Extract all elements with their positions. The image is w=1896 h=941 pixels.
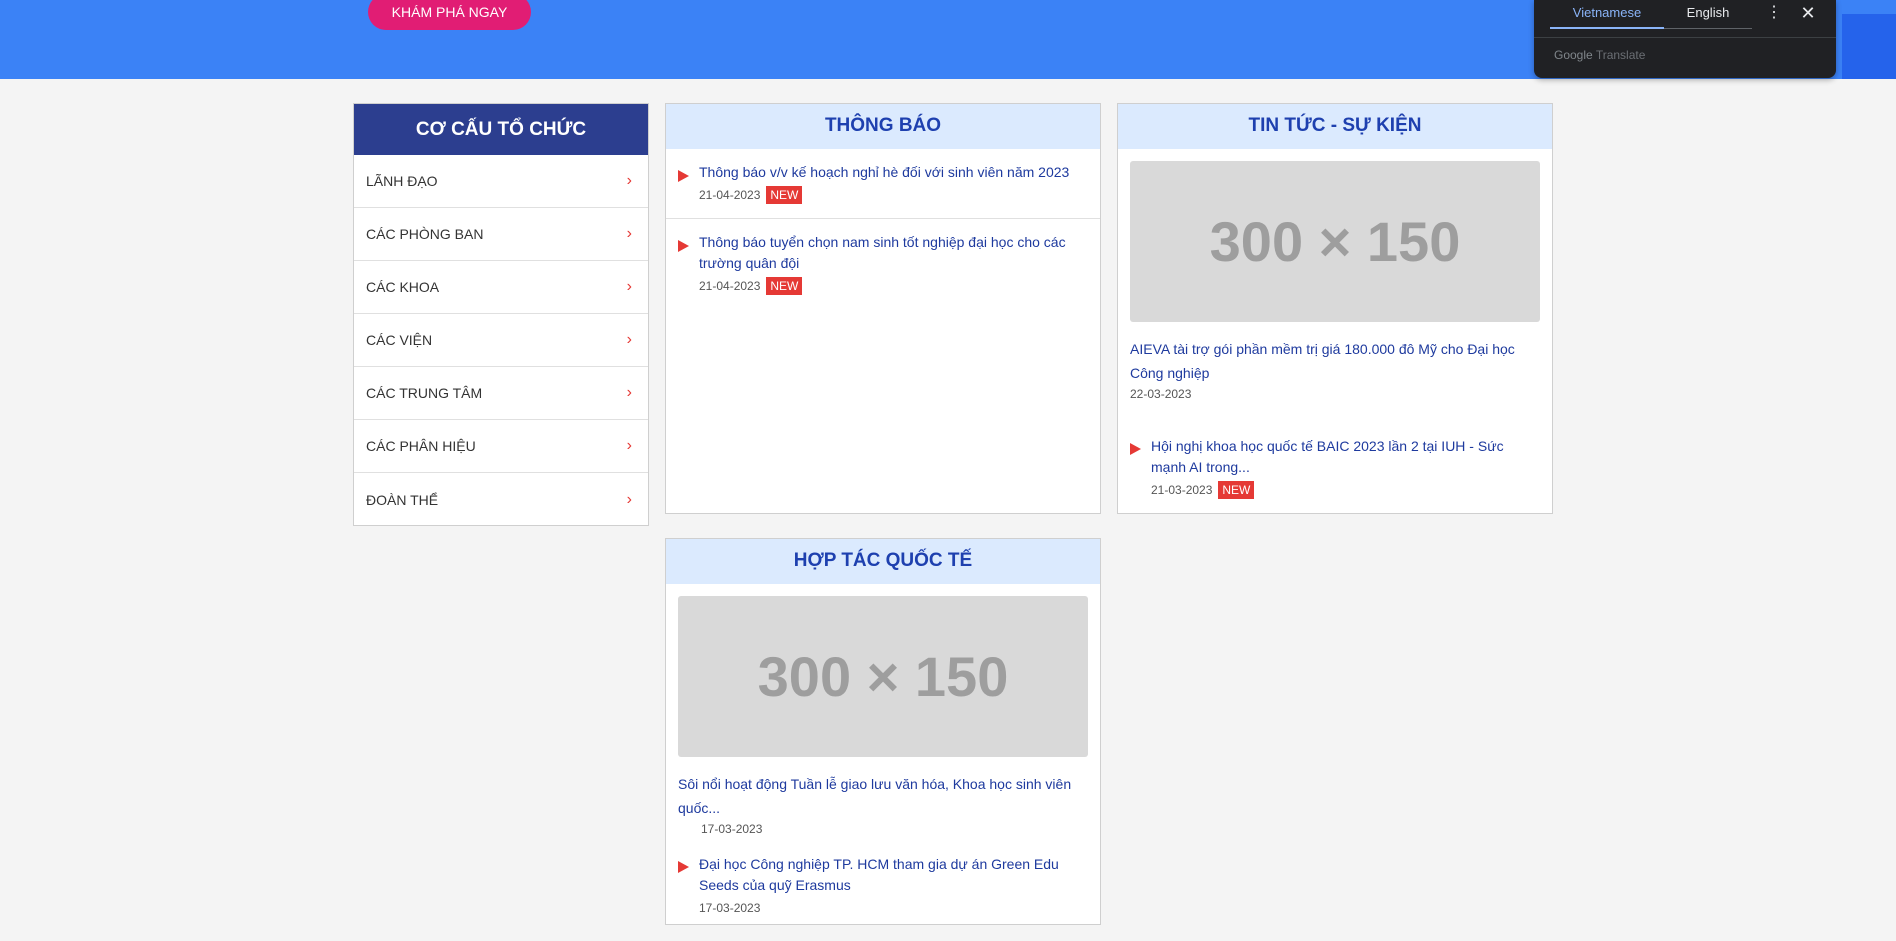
list-item: Thông báo tuyển chọn nam sinh tốt nghiệp… <box>666 219 1100 305</box>
org-item-label: CÁC PHÂN HIỆU <box>366 438 476 454</box>
tab-vietnamese[interactable]: Vietnamese <box>1550 0 1664 29</box>
news-meta: 21-03-2023 NEW <box>1151 481 1540 499</box>
chevron-right-icon: › <box>626 331 632 348</box>
intl-image[interactable]: 300 × 150 <box>678 596 1088 757</box>
news-image[interactable]: 300 × 150 <box>1130 161 1540 322</box>
news-date: 21-03-2023 <box>1151 483 1213 497</box>
org-structure-title: CƠ CẤU TỔ CHỨC <box>354 104 648 155</box>
org-item-label: CÁC VIỆN <box>366 332 433 348</box>
intl-featured: Sôi nổi hoạt động Tuần lễ giao lưu văn h… <box>666 757 1100 836</box>
more-options-icon[interactable]: ⋮ <box>1762 0 1786 26</box>
list-item: Hội nghị khoa học quốc tế BAIC 2023 lần … <box>1118 401 1552 509</box>
translate-divider <box>1534 37 1836 38</box>
list-item: Đại học Công nghiệp TP. HCM tham gia dự … <box>666 836 1100 927</box>
new-badge: NEW <box>1218 481 1255 499</box>
chevron-right-icon: › <box>626 384 632 401</box>
intl-featured-date: 17-03-2023 <box>701 822 763 836</box>
org-item-leadership[interactable]: LÃNH ĐẠO › <box>354 155 648 208</box>
org-item-label: CÁC PHÒNG BAN <box>366 226 484 242</box>
news-events-panel: TIN TỨC - SỰ KIỆN 300 × 150 AIEVA tài tr… <box>1117 103 1553 514</box>
explore-now-button[interactable]: KHÁM PHÁ NGAY <box>368 0 531 30</box>
intl-cooperation-panel: HỢP TÁC QUỐC TẾ 300 × 150 Sôi nổi hoạt đ… <box>665 538 1101 925</box>
org-item-label: CÁC KHOA <box>366 279 440 295</box>
notice-link[interactable]: Thông báo v/v kế hoạch nghỉ hè đối với s… <box>699 162 1088 183</box>
news-featured-date: 22-03-2023 <box>1130 387 1192 401</box>
chevron-right-icon: › <box>626 225 632 242</box>
triangle-right-icon <box>1130 443 1141 455</box>
triangle-right-icon <box>678 170 689 182</box>
org-item-faculties[interactable]: CÁC KHOA › <box>354 261 648 314</box>
intl-meta: 17-03-2023 <box>699 899 1088 917</box>
notices-panel: THÔNG BÁO Thông báo v/v kế hoạch nghỉ hè… <box>665 103 1101 514</box>
new-badge: NEW <box>766 186 803 204</box>
new-badge: NEW <box>766 277 803 295</box>
news-featured-link[interactable]: AIEVA tài trợ gói phần mềm trị giá 180.0… <box>1130 337 1540 385</box>
notice-meta: 21-04-2023 NEW <box>699 186 1088 204</box>
chevron-right-icon: › <box>626 172 632 189</box>
org-item-unions[interactable]: ĐOÀN THỂ › <box>354 473 648 526</box>
news-featured: AIEVA tài trợ gói phần mềm trị giá 180.0… <box>1118 322 1552 401</box>
org-item-branches[interactable]: CÁC PHÂN HIỆU › <box>354 420 648 473</box>
chevron-right-icon: › <box>626 278 632 295</box>
brand-translate: Translate <box>1595 48 1646 62</box>
news-events-title: TIN TỨC - SỰ KIỆN <box>1118 104 1552 149</box>
notice-link[interactable]: Thông báo tuyển chọn nam sinh tốt nghiệp… <box>699 232 1088 274</box>
org-item-label: CÁC TRUNG TÂM <box>366 385 483 401</box>
chevron-right-icon: › <box>626 437 632 454</box>
close-icon[interactable]: ✕ <box>1796 0 1820 26</box>
side-blue-block <box>1842 14 1896 79</box>
org-item-label: ĐOÀN THỂ <box>366 491 439 508</box>
intl-link[interactable]: Đại học Công nghiệp TP. HCM tham gia dự … <box>699 854 1088 896</box>
chevron-right-icon: › <box>626 490 632 508</box>
intl-cooperation-title: HỢP TÁC QUỐC TẾ <box>666 539 1100 584</box>
list-item: Thông báo v/v kế hoạch nghỉ hè đối với s… <box>666 149 1100 219</box>
intl-date: 17-03-2023 <box>699 901 761 915</box>
google-translate-panel: Vietnamese English ⋮ ✕ Google Translate <box>1534 0 1836 78</box>
org-item-label: LÃNH ĐẠO <box>366 173 438 189</box>
org-item-departments[interactable]: CÁC PHÒNG BAN › <box>354 208 648 261</box>
tab-english[interactable]: English <box>1664 0 1752 29</box>
notice-date: 21-04-2023 <box>699 188 761 202</box>
triangle-right-icon <box>678 861 689 873</box>
notice-date: 21-04-2023 <box>699 279 761 293</box>
brand-google: Google <box>1554 48 1593 62</box>
notices-title: THÔNG BÁO <box>666 104 1100 149</box>
google-translate-brand: Google Translate <box>1554 48 1645 62</box>
news-link[interactable]: Hội nghị khoa học quốc tế BAIC 2023 lần … <box>1151 436 1540 478</box>
org-item-institutes[interactable]: CÁC VIỆN › <box>354 314 648 367</box>
org-item-centers[interactable]: CÁC TRUNG TÂM › <box>354 367 648 420</box>
notice-meta: 21-04-2023 NEW <box>699 277 1088 295</box>
triangle-right-icon <box>678 240 689 252</box>
org-structure-box: CƠ CẤU TỔ CHỨC LÃNH ĐẠO › CÁC PHÒNG BAN › … <box>353 103 649 526</box>
intl-featured-link[interactable]: Sôi nổi hoạt động Tuần lễ giao lưu văn h… <box>678 772 1088 820</box>
